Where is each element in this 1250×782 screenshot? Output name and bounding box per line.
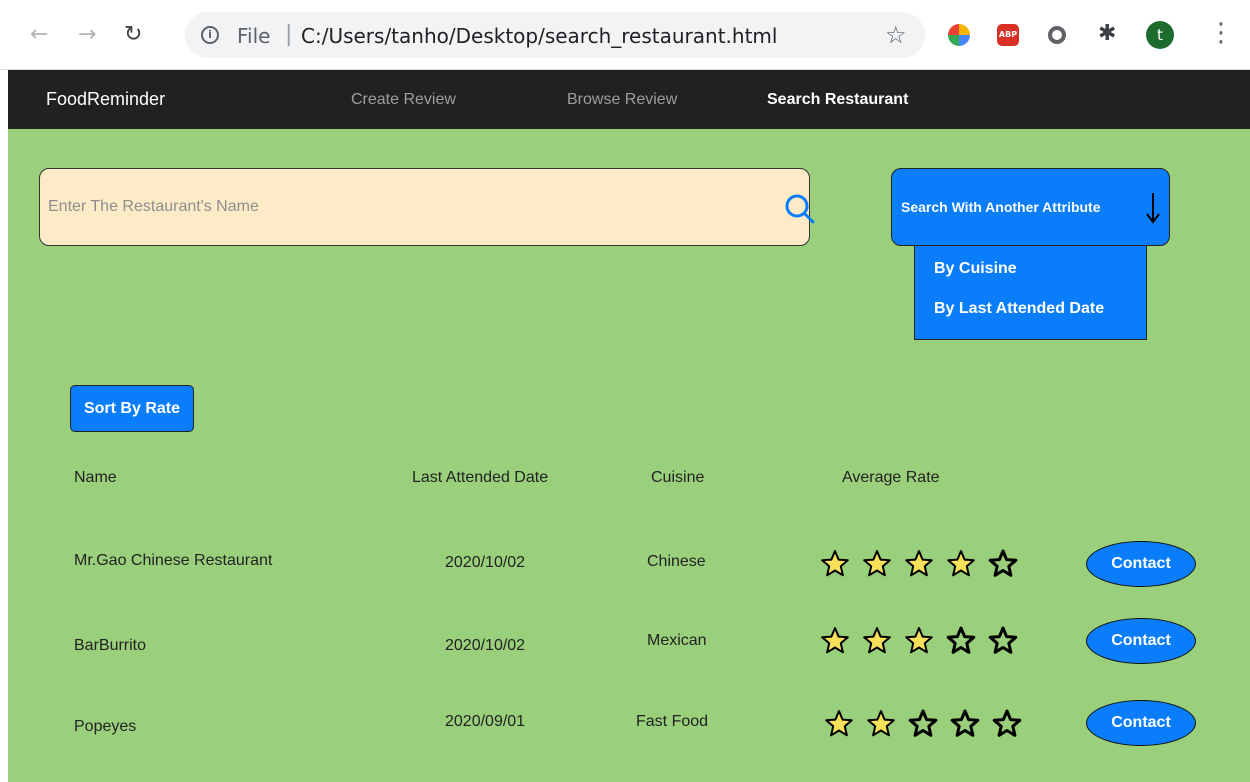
search-box — [39, 168, 815, 246]
star-filled-icon — [863, 627, 891, 654]
star-empty-icon — [988, 626, 1018, 654]
star-empty-icon — [946, 626, 976, 654]
star-empty-icon — [950, 709, 980, 737]
contact-button[interactable]: Contact — [1086, 618, 1196, 664]
last-attended-date: 2020/10/02 — [445, 637, 526, 654]
forward-arrow-icon[interactable]: → — [78, 22, 96, 48]
star-filled-icon — [863, 550, 891, 577]
info-icon[interactable]: i — [201, 26, 219, 44]
brand-link[interactable]: FoodReminder — [46, 89, 165, 110]
search-another-attribute-label: Search With Another Attribute — [901, 199, 1101, 215]
attribute-dropdown-menu: By Cuisine By Last Attended Date — [914, 246, 1147, 340]
contact-button[interactable]: Contact — [1086, 700, 1196, 746]
bookmark-star-icon[interactable]: ☆ — [885, 21, 907, 49]
restaurant-name: Mr.Gao Chinese Restaurant — [74, 552, 273, 569]
last-attended-date: 2020/10/02 — [445, 554, 526, 571]
reload-icon[interactable]: ↻ — [124, 22, 142, 48]
restaurant-name: Popeyes — [74, 718, 137, 735]
nav-create-review[interactable]: Create Review — [351, 91, 456, 109]
header-average-rate: Average Rate — [842, 469, 940, 486]
cuisine: Mexican — [647, 632, 707, 649]
browser-menu-icon[interactable]: ⋮ — [1208, 18, 1234, 48]
table-row: BarBurrito 2020/10/02 Mexican Contact — [8, 618, 1250, 664]
search-icon[interactable] — [782, 191, 818, 227]
url-scheme: File — [237, 24, 271, 48]
star-filled-icon — [867, 710, 895, 737]
dropdown-item-by-last-attended-date[interactable]: By Last Attended Date — [934, 300, 1104, 318]
star-filled-icon — [821, 550, 849, 577]
header-cuisine: Cuisine — [651, 469, 705, 486]
browser-toolbar: ← → ↻ i File | C:/Users/tanho/Desktop/se… — [0, 0, 1250, 70]
sort-by-rate-button[interactable]: Sort By Rate — [70, 385, 194, 432]
restaurant-name: BarBurrito — [74, 637, 147, 654]
search-another-attribute-button[interactable]: Search With Another Attribute — [891, 168, 1170, 246]
star-empty-icon — [988, 549, 1018, 577]
url-text[interactable]: C:/Users/tanho/Desktop/search_restaurant… — [301, 24, 777, 48]
restaurant-search-input[interactable] — [48, 195, 738, 219]
extension-color-icon[interactable] — [948, 24, 970, 46]
back-arrow-icon[interactable]: ← — [30, 22, 48, 48]
header-last-attended-date: Last Attended Date — [412, 469, 549, 486]
top-navbar: FoodReminder Create Review Browse Review… — [8, 70, 1250, 129]
arrow-down-icon — [1146, 193, 1160, 224]
table-row: Mr.Gao Chinese Restaurant 2020/10/02 Chi… — [8, 541, 1250, 587]
last-attended-date: 2020/09/01 — [445, 713, 526, 730]
adblock-plus-icon[interactable]: ABP — [997, 24, 1019, 46]
nav-search-restaurant[interactable]: Search Restaurant — [767, 91, 908, 109]
table-row: Popeyes 2020/09/01 Fast Food Contact — [8, 700, 1250, 746]
app-page: FoodReminder Create Review Browse Review… — [8, 70, 1250, 782]
profile-avatar[interactable]: t — [1146, 21, 1174, 49]
star-filled-icon — [905, 550, 933, 577]
extensions-puzzle-icon[interactable]: ✱ — [1098, 20, 1120, 46]
star-filled-icon — [947, 550, 975, 577]
cuisine: Fast Food — [636, 713, 709, 730]
contact-button[interactable]: Contact — [1086, 541, 1196, 587]
nav-browse-review[interactable]: Browse Review — [567, 91, 677, 109]
star-filled-icon — [905, 627, 933, 654]
star-empty-icon — [992, 709, 1022, 737]
star-empty-icon — [908, 709, 938, 737]
cuisine: Chinese — [647, 553, 706, 570]
address-bar[interactable]: i File | C:/Users/tanho/Desktop/search_r… — [185, 12, 925, 58]
dropdown-item-by-cuisine[interactable]: By Cuisine — [934, 260, 1017, 278]
url-separator: | — [285, 22, 293, 47]
header-name: Name — [74, 469, 117, 486]
extension-circle-icon[interactable] — [1048, 26, 1066, 44]
star-filled-icon — [821, 627, 849, 654]
star-filled-icon — [825, 710, 853, 737]
